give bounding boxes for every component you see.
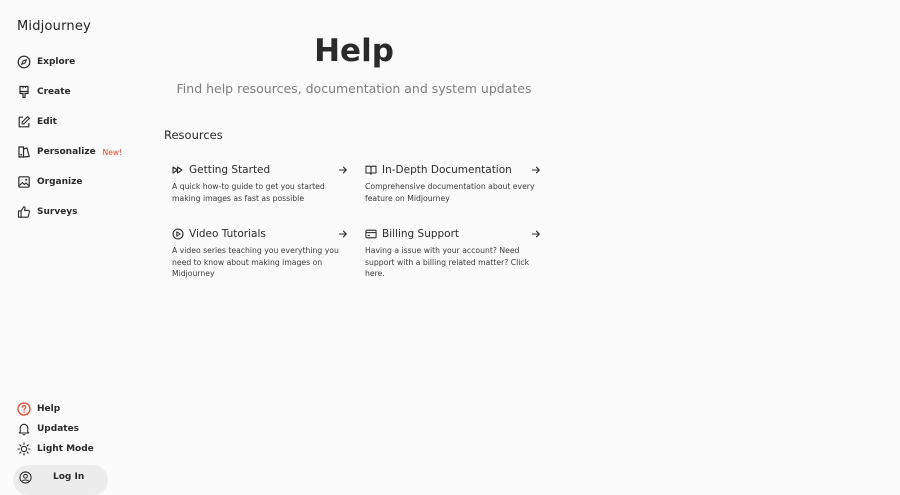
arrow-right-icon: [531, 165, 541, 175]
card-in-depth-documentation[interactable]: In-Depth Documentation Comprehensive doc…: [365, 163, 541, 204]
thumbs-up-icon: [17, 205, 31, 219]
login-label: Log In: [53, 472, 85, 482]
brand-logo-text[interactable]: Midjourney: [17, 19, 91, 34]
card-description: Comprehensive documentation about every …: [365, 182, 535, 203]
page-title: Help: [314, 33, 394, 69]
play-circle-icon: [172, 228, 184, 240]
arrow-right-icon: [531, 229, 541, 239]
sidebar-item-label: Updates: [37, 424, 80, 434]
edit-icon: [17, 115, 31, 129]
sidebar-item-label: Edit: [37, 117, 57, 127]
card-getting-started[interactable]: Getting Started A quick how-to guide to …: [172, 163, 348, 204]
sidebar-item-label: Light Mode: [37, 444, 94, 454]
arrow-right-icon: [338, 165, 348, 175]
credit-card-icon: [365, 228, 377, 240]
new-badge: New!: [102, 147, 123, 157]
sidebar-item-edit[interactable]: Edit: [17, 111, 57, 133]
sidebar-item-updates[interactable]: Updates: [17, 418, 79, 440]
brush-icon: [17, 85, 31, 99]
card-title: Getting Started: [189, 164, 271, 176]
sidebar-item-label: Help: [37, 404, 61, 414]
page-subtitle: Find help resources, documentation and s…: [176, 81, 532, 96]
card-description: A video series teaching you everything y…: [172, 246, 339, 279]
arrow-right-icon: [338, 229, 348, 239]
sidebar-item-personalize[interactable]: Personalize New!: [17, 141, 122, 163]
sidebar-item-label: Organize: [37, 177, 83, 187]
fast-forward-icon: [172, 164, 184, 176]
card-title: Video Tutorials: [189, 228, 266, 240]
image-icon: [17, 175, 31, 189]
sidebar-item-surveys[interactable]: Surveys: [17, 201, 78, 223]
card-description: A quick how-to guide to get you started …: [172, 182, 325, 203]
sidebar-item-label: Personalize: [37, 147, 96, 157]
card-title: In-Depth Documentation: [382, 164, 512, 176]
personalize-icon: [17, 145, 31, 159]
card-video-tutorials[interactable]: Video Tutorials A video series teaching …: [172, 227, 348, 280]
sidebar-item-create[interactable]: Create: [17, 81, 71, 103]
sun-icon: [17, 442, 31, 456]
help-circle-icon: [17, 402, 31, 416]
user-circle-icon: [19, 471, 32, 484]
book-icon: [365, 164, 377, 176]
card-billing-support[interactable]: Billing Support Having a issue with your…: [365, 227, 541, 280]
sidebar-item-label: Surveys: [37, 207, 78, 217]
light-mode-toggle[interactable]: Light Mode: [17, 438, 94, 460]
bell-icon: [17, 422, 31, 436]
sidebar-item-organize[interactable]: Organize: [17, 171, 82, 193]
card-title: Billing Support: [382, 228, 460, 240]
sidebar-item-label: Create: [37, 87, 71, 97]
sidebar-item-help[interactable]: Help: [17, 398, 60, 420]
login-button[interactable]: Log In: [13, 465, 108, 495]
resources-heading: Resources: [164, 128, 223, 142]
card-description: Having a issue with your account? Need s…: [365, 246, 530, 279]
